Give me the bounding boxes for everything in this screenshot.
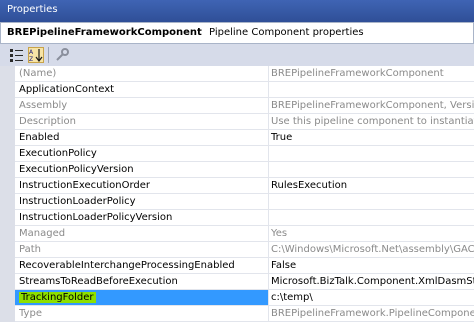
property-name[interactable]: ApplicationContext (15, 82, 271, 98)
property-value[interactable] (268, 146, 474, 162)
property-value: BREPipelineFramework.PipelineComponents. (268, 306, 474, 322)
alphabetical-button[interactable]: A Z (28, 47, 44, 63)
property-name[interactable]: (Name) (15, 66, 271, 82)
property-value[interactable]: c:\temp\ (268, 290, 474, 306)
properties-toolbar: A Z (0, 44, 474, 66)
property-value: C:\Windows\Microsoft.Net\assembly\GAC_M (268, 242, 474, 258)
property-name-text: ExecutionPolicyVersion (19, 164, 134, 175)
property-value: BREPipelineFrameworkComponent, Version= (268, 98, 474, 114)
property-name[interactable]: Enabled (15, 130, 271, 146)
property-name[interactable]: Managed (15, 226, 271, 242)
property-name-text: ApplicationContext (19, 84, 115, 95)
property-row[interactable]: Path C:\Windows\Microsoft.Net\assembly\GA… (0, 242, 474, 258)
property-name-text: InstructionLoaderPolicyVersion (19, 212, 173, 223)
property-row[interactable]: Type BREPipelineFramework.PipelineCompone… (0, 306, 474, 322)
properties-title-bar: Properties (0, 0, 474, 22)
property-name[interactable]: ExecutionPolicyVersion (15, 162, 271, 178)
property-name-text: Enabled (19, 132, 60, 143)
property-name-text: InstructionLoaderPolicy (19, 196, 136, 207)
property-value[interactable]: RulesExecution (268, 178, 474, 194)
svg-text:A: A (29, 49, 34, 56)
object-selector[interactable]: BREPipelineFrameworkComponent Pipeline C… (0, 22, 474, 44)
object-name: BREPipelineFrameworkComponent (7, 27, 202, 38)
property-name[interactable]: InstructionLoaderPolicyVersion (15, 210, 271, 226)
property-row[interactable]: InstructionLoaderPolicyVersion (0, 210, 474, 226)
property-name-text: Description (19, 116, 76, 127)
row-margin (0, 114, 15, 130)
property-name[interactable]: Assembly (15, 98, 271, 114)
panel-title: Properties (7, 4, 58, 15)
row-margin (0, 258, 15, 274)
row-margin (0, 178, 15, 194)
property-value[interactable]: True (268, 130, 474, 146)
row-margin (0, 210, 15, 226)
object-type: Pipeline Component properties (209, 27, 364, 38)
property-value[interactable] (268, 194, 474, 210)
property-name[interactable]: InstructionLoaderPolicy (15, 194, 271, 210)
property-row[interactable]: Managed Yes (0, 226, 474, 242)
property-name[interactable]: Type (15, 306, 271, 322)
property-row[interactable]: ApplicationContext (0, 82, 474, 98)
row-margin (0, 82, 15, 98)
property-value: BREPipelineFrameworkComponent (268, 66, 474, 82)
property-row[interactable]: TrackingFolder c:\temp\ (0, 290, 474, 306)
svg-text:Z: Z (29, 56, 33, 62)
row-margin (0, 146, 15, 162)
property-name-text: ExecutionPolicy (19, 148, 97, 159)
property-row[interactable]: RecoverableInterchangeProcessingEnabled F… (0, 258, 474, 274)
property-name[interactable]: StreamsToReadBeforeExecution (15, 274, 271, 290)
property-grid: (Name) BREPipelineFrameworkComponent Appli… (0, 66, 474, 332)
property-row[interactable]: ExecutionPolicy (0, 146, 474, 162)
property-value[interactable] (268, 82, 474, 98)
alphabetical-icon: A Z (29, 49, 43, 62)
property-row[interactable]: ExecutionPolicyVersion (0, 162, 474, 178)
property-pages-button[interactable] (54, 47, 70, 63)
row-margin (0, 242, 15, 258)
property-value[interactable]: Microsoft.BizTalk.Component.XmlDasmStrea (268, 274, 474, 290)
property-row[interactable]: InstructionExecutionOrder RulesExecution (0, 178, 474, 194)
property-name[interactable]: Description (15, 114, 271, 130)
property-row[interactable]: Assembly BREPipelineFrameworkComponent, V… (0, 98, 474, 114)
property-name-text: RecoverableInterchangeProcessingEnabled (19, 260, 235, 271)
property-name-text: Type (19, 308, 42, 319)
property-name-text: TrackingFolder (19, 292, 96, 303)
row-margin (0, 162, 15, 178)
row-margin (0, 226, 15, 242)
property-value[interactable] (268, 162, 474, 178)
property-name-text: Path (19, 244, 41, 255)
property-name-text: StreamsToReadBeforeExecution (19, 276, 178, 287)
property-name-text: InstructionExecutionOrder (19, 180, 151, 191)
property-row[interactable]: StreamsToReadBeforeExecution Microsoft.Bi… (0, 274, 474, 290)
toolbar-separator (48, 47, 49, 63)
categorized-button[interactable] (9, 47, 25, 63)
property-pages-icon (56, 48, 69, 61)
property-name-text: (Name) (19, 68, 57, 79)
property-value: Use this pipeline component to instantia… (268, 114, 474, 130)
property-value: Yes (268, 226, 474, 242)
row-margin (0, 274, 15, 290)
property-row[interactable]: InstructionLoaderPolicy (0, 194, 474, 210)
row-margin (0, 130, 15, 146)
property-row[interactable]: Enabled True (0, 130, 474, 146)
property-value[interactable]: False (268, 258, 474, 274)
row-margin (0, 66, 15, 82)
property-name[interactable]: ExecutionPolicy (15, 146, 271, 162)
property-name-text: Assembly (19, 100, 68, 111)
property-name[interactable]: InstructionExecutionOrder (15, 178, 271, 194)
property-name[interactable]: TrackingFolder (15, 290, 271, 306)
property-name[interactable]: Path (15, 242, 271, 258)
categorized-icon (10, 49, 23, 62)
row-margin (0, 306, 15, 322)
row-margin (0, 290, 15, 306)
row-margin (0, 194, 15, 210)
property-name[interactable]: RecoverableInterchangeProcessingEnabled (15, 258, 271, 274)
property-row[interactable]: (Name) BREPipelineFrameworkComponent (0, 66, 474, 82)
property-name-text: Managed (19, 228, 66, 239)
property-row[interactable]: Description Use this pipeline component t… (0, 114, 474, 130)
row-margin (0, 98, 15, 114)
property-value[interactable] (268, 210, 474, 226)
